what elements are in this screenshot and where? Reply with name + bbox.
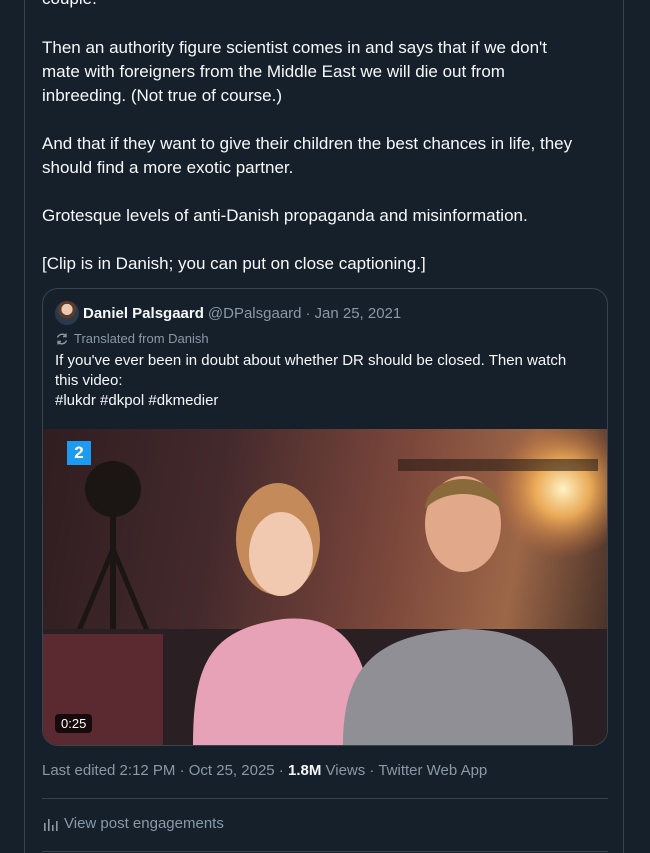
translation-label: Translated from Danish bbox=[74, 331, 209, 346]
quoted-post-header: Daniel Palsgaard @DPalsgaard · Jan 25, 2… bbox=[55, 301, 401, 325]
views-label: Views · bbox=[321, 762, 379, 779]
translation-notice: Translated from Danish bbox=[55, 331, 209, 346]
hashtags[interactable]: #lukdr #dkpol #dkmedier bbox=[55, 391, 566, 411]
separator: · bbox=[305, 304, 311, 322]
video-frame bbox=[43, 429, 607, 745]
engagements-label: View post engagements bbox=[64, 815, 224, 832]
quoted-post-text: If you've ever been in doubt about wheth… bbox=[55, 351, 566, 411]
video-player[interactable]: 2 0:25 bbox=[43, 429, 607, 745]
bar-chart-icon bbox=[44, 818, 58, 831]
divider bbox=[42, 851, 608, 852]
timeline-column: couple. Then an authority figure scienti… bbox=[24, 0, 624, 853]
post-metadata: Last edited 2:12 PM · Oct 25, 2025 · 1.8… bbox=[42, 762, 487, 779]
post-line: And that if they want to give their chil… bbox=[42, 134, 573, 153]
post-line: mate with foreigners from the Middle Eas… bbox=[42, 62, 505, 81]
post-line: Grotesque levels of anti-Danish propagan… bbox=[42, 206, 528, 225]
quoted-post[interactable]: Daniel Palsgaard @DPalsgaard · Jan 25, 2… bbox=[42, 288, 608, 746]
post-line: inbreeding. (Not true of course.) bbox=[42, 86, 283, 105]
post-line: should find a more exotic partner. bbox=[42, 158, 294, 177]
translate-icon bbox=[56, 333, 68, 344]
video-duration: 0:25 bbox=[55, 714, 93, 733]
author-name[interactable]: Daniel Palsgaard bbox=[83, 305, 204, 322]
quoted-line: If you've ever been in doubt about wheth… bbox=[55, 352, 567, 369]
divider bbox=[42, 798, 608, 799]
views-count: 1.8M bbox=[287, 762, 322, 779]
channel-logo: 2 bbox=[67, 441, 91, 465]
quoted-line: this video: bbox=[55, 372, 123, 389]
view-engagements-button[interactable]: View post engagements bbox=[42, 815, 224, 832]
source-app: Twitter Web App bbox=[378, 762, 488, 779]
author-handle[interactable]: @DPalsgaard bbox=[208, 305, 302, 322]
post-line: couple. bbox=[42, 0, 97, 11]
edited-timestamp[interactable]: Last edited 2:12 PM · Oct 25, 2025 · bbox=[42, 762, 288, 779]
post-line: Then an authority figure scientist comes… bbox=[42, 38, 548, 57]
post-date[interactable]: Jan 25, 2021 bbox=[315, 305, 402, 322]
post-line: [Clip is in Danish; you can put on close… bbox=[42, 254, 426, 273]
avatar[interactable] bbox=[55, 301, 79, 325]
